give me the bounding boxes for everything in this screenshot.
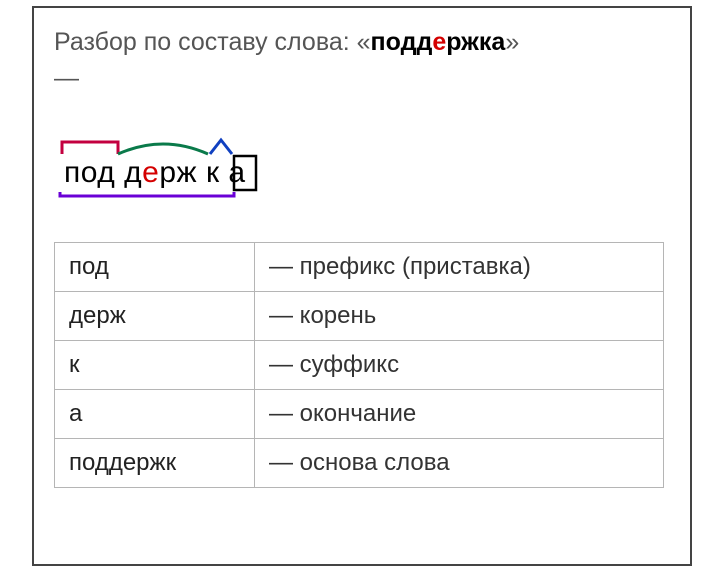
card: Разбор по составу слова: «поддержка» — п… (32, 6, 692, 566)
base-mark (60, 192, 234, 196)
desc-cell: — основа слова (255, 438, 664, 487)
table-row: к — суффикс (55, 340, 664, 389)
suffix-mark (210, 140, 232, 154)
part-cell: к (55, 340, 255, 389)
morpheme-diagram: под держ к а (58, 134, 670, 204)
part-cell: держ (55, 291, 255, 340)
table-row: а — окончание (55, 389, 664, 438)
title-suffix: » (505, 28, 519, 56)
morpheme-word: под держ к а (64, 156, 246, 190)
title-word: поддержка (371, 28, 506, 56)
desc-cell: — префикс (приставка) (255, 242, 664, 291)
table-row: под — префикс (приставка) (55, 242, 664, 291)
part-cell: а (55, 389, 255, 438)
prefix-mark (62, 142, 118, 154)
root-mark (118, 144, 208, 154)
part-cell: поддержк (55, 438, 255, 487)
title-prefix: Разбор по составу слова: « (54, 28, 371, 56)
desc-cell: — корень (255, 291, 664, 340)
title-dash: — (54, 62, 670, 96)
title: Разбор по составу слова: «поддержка» — (54, 26, 670, 96)
breakdown-table: под — префикс (приставка) держ — корень … (54, 242, 664, 488)
table-row: поддержк — основа слова (55, 438, 664, 487)
table-row: держ — корень (55, 291, 664, 340)
desc-cell: — суффикс (255, 340, 664, 389)
desc-cell: — окончание (255, 389, 664, 438)
part-cell: под (55, 242, 255, 291)
